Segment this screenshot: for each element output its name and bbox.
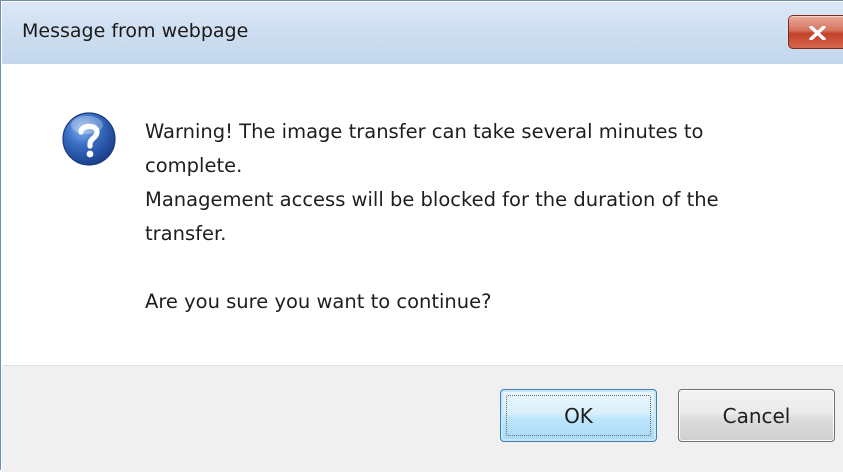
close-button[interactable] [788,15,843,49]
message-line: transfer. [145,222,227,245]
message-line: Are you sure you want to continue? [145,290,492,313]
message-dialog: Message from webpage Warning! The image … [0,0,843,472]
window-title: Message from webpage [22,20,249,42]
cancel-button[interactable]: Cancel [678,389,835,442]
title-bar[interactable]: Message from webpage [2,2,843,64]
close-x-icon [809,26,826,40]
message-line: Management access will be blocked for th… [145,188,719,211]
ok-button[interactable]: OK [500,389,657,442]
message-text: Warning! The image transfer can take sev… [145,115,805,319]
message-line: complete. [145,154,243,177]
message-blank-line [145,251,805,285]
message-line: Warning! The image transfer can take sev… [145,120,704,143]
question-mark-icon [62,112,116,166]
cancel-button-label: Cancel [722,403,791,428]
ok-button-label: OK [564,403,593,428]
